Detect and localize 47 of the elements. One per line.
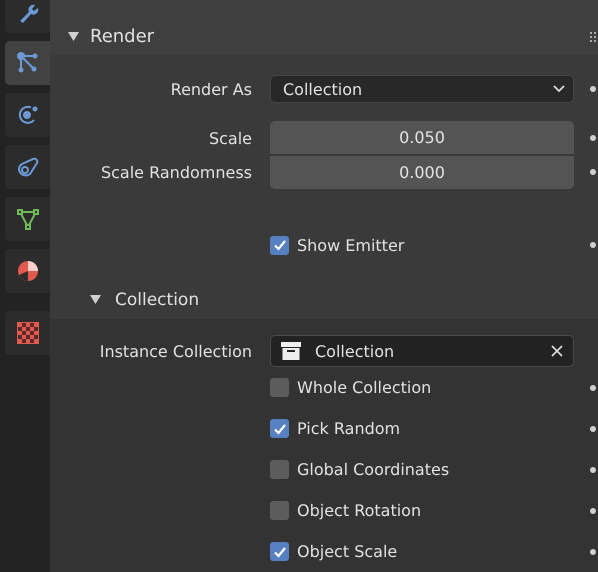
- field-label: Render As: [170, 80, 252, 98]
- field-label: Instance Collection: [98, 342, 252, 360]
- checkbox-label[interactable]: Whole Collection: [297, 378, 432, 397]
- expanded-triangle-icon[interactable]: [68, 32, 79, 42]
- collection-field[interactable]: Collection: [270, 335, 574, 367]
- properties-tab[interactable]: [5, 0, 50, 33]
- properties-tab[interactable]: [5, 145, 50, 189]
- field-label: Scale Randomness: [100, 162, 252, 182]
- keyframe-dot-icon[interactable]: [590, 86, 596, 92]
- checkbox[interactable]: [270, 236, 289, 254]
- expanded-triangle-icon[interactable]: [90, 295, 101, 305]
- checkbox-label[interactable]: Pick Random: [297, 419, 400, 438]
- drag-handle-icon[interactable]: [590, 32, 596, 42]
- keyframe-dot-icon[interactable]: [590, 508, 596, 514]
- dropdown[interactable]: Collection: [270, 75, 574, 103]
- keyframe-dot-icon[interactable]: [590, 548, 596, 554]
- collection-box-icon: [281, 342, 301, 360]
- checkbox-label[interactable]: Show Emitter: [297, 236, 404, 254]
- particles-icon: [16, 51, 40, 75]
- mesh-triangle-icon: [16, 207, 40, 231]
- keyframe-dot-icon[interactable]: [590, 384, 596, 390]
- checkbox-label[interactable]: Object Rotation: [297, 501, 422, 520]
- keyframe-dot-icon[interactable]: [590, 466, 596, 472]
- chevron-down-icon: [553, 85, 565, 93]
- material-sphere-icon: [16, 259, 40, 283]
- field-label: Scale: [208, 128, 252, 148]
- checkerboard-icon: [16, 322, 38, 344]
- checkbox[interactable]: [270, 501, 289, 520]
- checkbox[interactable]: [270, 460, 289, 479]
- properties-tab[interactable]: [5, 93, 50, 137]
- panel-title[interactable]: Render: [90, 26, 154, 47]
- checkbox[interactable]: [270, 419, 289, 438]
- keyframe-dot-icon[interactable]: [590, 426, 596, 432]
- checkbox-label[interactable]: Global Coordinates: [297, 460, 450, 479]
- keyframe-dot-icon[interactable]: [590, 169, 596, 175]
- constraint-icon: [16, 155, 40, 179]
- checkbox[interactable]: [270, 378, 289, 397]
- number-field[interactable]: 0.000: [270, 156, 574, 188]
- checkbox[interactable]: [270, 542, 289, 561]
- properties-tab[interactable]: [5, 197, 50, 241]
- properties-tab[interactable]: [5, 249, 50, 293]
- subpanel-title[interactable]: Collection: [115, 290, 200, 310]
- keyframe-dot-icon[interactable]: [590, 135, 596, 141]
- keyframe-dot-icon[interactable]: [590, 242, 596, 248]
- clear-icon[interactable]: [551, 345, 563, 357]
- number-field[interactable]: 0.050: [270, 121, 574, 154]
- checkbox-label[interactable]: Object Scale: [297, 542, 398, 561]
